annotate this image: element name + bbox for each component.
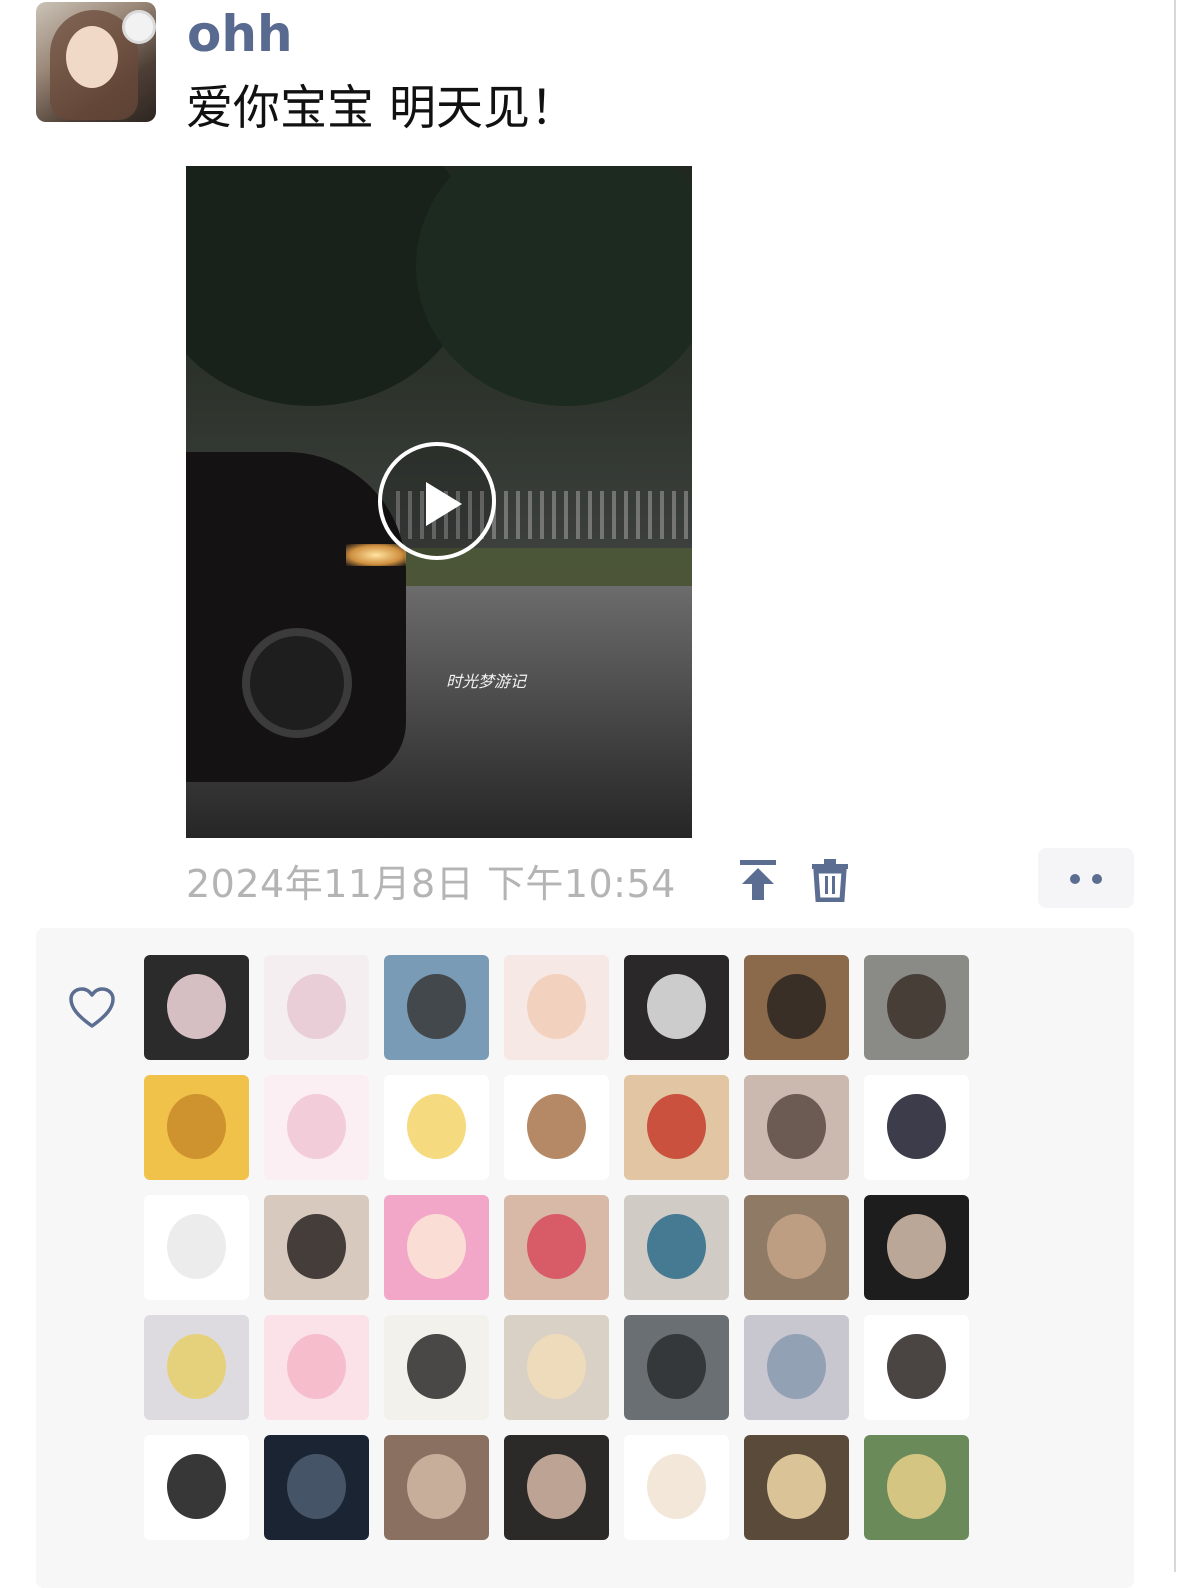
- liker-avatar[interactable]: [264, 1195, 369, 1300]
- liker-avatar[interactable]: [744, 1435, 849, 1540]
- liker-avatar-figure: [167, 1093, 226, 1159]
- liker-avatar[interactable]: [384, 1315, 489, 1420]
- liker-avatar[interactable]: [264, 1435, 369, 1540]
- liker-avatar[interactable]: [744, 1075, 849, 1180]
- liker-avatar-figure: [767, 973, 826, 1039]
- liker-avatar[interactable]: [144, 1075, 249, 1180]
- scrollbar-edge: [1174, 0, 1176, 1572]
- liker-avatar-figure: [887, 1093, 946, 1159]
- trash-icon[interactable]: [810, 858, 850, 902]
- liker-avatar-figure: [167, 1213, 226, 1279]
- liker-avatar-figure: [407, 1093, 466, 1159]
- liker-avatar-figure: [767, 1213, 826, 1279]
- liker-avatar[interactable]: [864, 1075, 969, 1180]
- liker-avatar-figure: [527, 1213, 586, 1279]
- heart-icon: [69, 987, 115, 1028]
- more-dot: [1092, 874, 1102, 884]
- play-triangle: [426, 482, 462, 526]
- pin-to-top-icon[interactable]: [738, 858, 778, 902]
- liker-avatar-figure: [767, 1093, 826, 1159]
- liker-avatar-figure: [647, 973, 706, 1039]
- liker-avatar[interactable]: [744, 955, 849, 1060]
- liker-avatar-figure: [647, 1093, 706, 1159]
- more-dot: [1070, 874, 1080, 884]
- liker-avatar[interactable]: [144, 1315, 249, 1420]
- liker-avatar[interactable]: [864, 1435, 969, 1540]
- more-button[interactable]: [1038, 848, 1134, 908]
- liker-avatar-figure: [287, 1333, 346, 1399]
- liker-avatar[interactable]: [384, 1075, 489, 1180]
- liker-avatar-figure: [527, 973, 586, 1039]
- liker-avatar[interactable]: [264, 1315, 369, 1420]
- liker-avatar[interactable]: [504, 1195, 609, 1300]
- video-watermark: 时光梦游记: [446, 672, 527, 691]
- liker-avatar-figure: [527, 1093, 586, 1159]
- liker-avatar-figure: [287, 1093, 346, 1159]
- video-car-light: [346, 544, 406, 566]
- liker-avatar-figure: [647, 1333, 706, 1399]
- liker-avatar-figure: [647, 1453, 706, 1519]
- liker-avatar[interactable]: [624, 955, 729, 1060]
- video-tree: [416, 166, 692, 406]
- liker-avatar[interactable]: [264, 1075, 369, 1180]
- liker-avatar[interactable]: [384, 955, 489, 1060]
- liker-avatar[interactable]: [384, 1435, 489, 1540]
- liker-avatar[interactable]: [864, 1195, 969, 1300]
- liker-avatar-figure: [407, 973, 466, 1039]
- headphone-icon: [122, 10, 156, 44]
- liker-avatar[interactable]: [624, 1075, 729, 1180]
- liker-avatar-figure: [407, 1333, 466, 1399]
- post-timestamp: 2024年11月8日 下午10:54: [186, 861, 676, 906]
- liker-avatar[interactable]: [144, 1435, 249, 1540]
- liker-avatar[interactable]: [144, 955, 249, 1060]
- liker-avatar-figure: [167, 1333, 226, 1399]
- liker-avatar-figure: [767, 1453, 826, 1519]
- liker-avatar[interactable]: [624, 1315, 729, 1420]
- liker-avatar[interactable]: [144, 1195, 249, 1300]
- post-meta: 2024年11月8日 下午10:54: [186, 852, 676, 908]
- liker-avatar-figure: [167, 1453, 226, 1519]
- likes-avatar-grid: [144, 955, 969, 1540]
- user-avatar[interactable]: [36, 2, 156, 122]
- liker-avatar-figure: [527, 1333, 586, 1399]
- liker-avatar[interactable]: [504, 1075, 609, 1180]
- video-car-wheel: [242, 628, 352, 738]
- liker-avatar-figure: [287, 1213, 346, 1279]
- play-icon[interactable]: [378, 442, 496, 560]
- liker-avatar[interactable]: [384, 1195, 489, 1300]
- liker-avatar-figure: [887, 973, 946, 1039]
- liker-avatar[interactable]: [864, 955, 969, 1060]
- liker-avatar[interactable]: [744, 1195, 849, 1300]
- liker-avatar[interactable]: [504, 1435, 609, 1540]
- video-thumbnail[interactable]: 时光梦游记: [186, 166, 692, 838]
- liker-avatar-figure: [407, 1213, 466, 1279]
- liker-avatar-figure: [287, 1453, 346, 1519]
- liker-avatar-figure: [407, 1453, 466, 1519]
- avatar-face: [66, 26, 118, 88]
- liker-avatar-figure: [167, 973, 226, 1039]
- post-text: 爱你宝宝 明天见！: [186, 81, 577, 136]
- liker-avatar-figure: [887, 1453, 946, 1519]
- liker-avatar-figure: [647, 1213, 706, 1279]
- liker-avatar[interactable]: [624, 1195, 729, 1300]
- username[interactable]: ohh: [187, 4, 293, 64]
- liker-avatar[interactable]: [504, 955, 609, 1060]
- liker-avatar-figure: [887, 1333, 946, 1399]
- liker-avatar[interactable]: [504, 1315, 609, 1420]
- liker-avatar-figure: [527, 1453, 586, 1519]
- liker-avatar[interactable]: [264, 955, 369, 1060]
- liker-avatar-figure: [767, 1333, 826, 1399]
- liker-avatar[interactable]: [624, 1435, 729, 1540]
- liker-avatar-figure: [287, 973, 346, 1039]
- liker-avatar[interactable]: [864, 1315, 969, 1420]
- liker-avatar-figure: [887, 1213, 946, 1279]
- liker-avatar[interactable]: [744, 1315, 849, 1420]
